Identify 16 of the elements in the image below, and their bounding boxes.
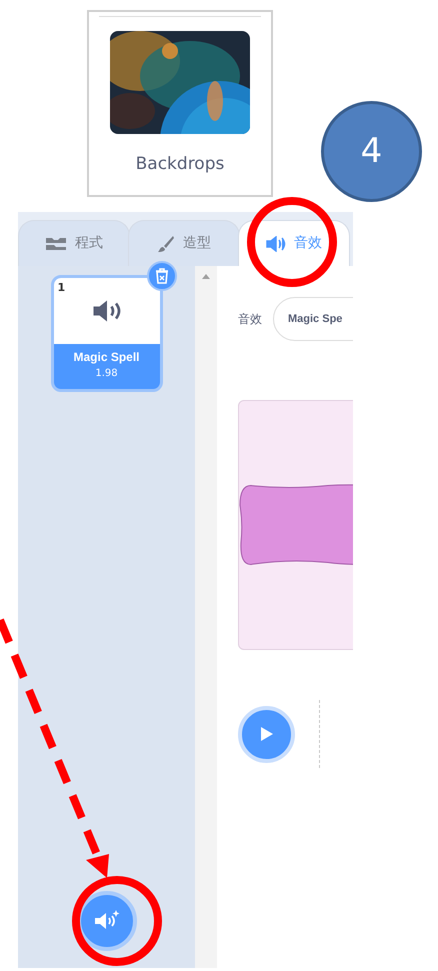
brush-icon [157, 234, 175, 252]
sound-tile[interactable]: 1 Magic Spell 1.98 [50, 275, 162, 392]
sound-name-field[interactable]: Magic Spe [273, 297, 353, 341]
scroll-up-icon[interactable] [202, 274, 210, 279]
play-icon [260, 726, 274, 742]
backdrops-label: Backdrops [136, 153, 224, 176]
sound-field-label: 音效 [238, 311, 262, 328]
backdrops-card[interactable]: Backdrops [87, 10, 273, 197]
trash-icon [154, 268, 168, 284]
sound-duration: 1.98 [94, 367, 119, 381]
step-badge: 4 [321, 101, 422, 202]
speaker-icon [92, 299, 122, 323]
blocks-icon [45, 236, 67, 250]
sound-name: Magic Spell [72, 349, 141, 366]
sound-index: 1 [58, 280, 66, 296]
speaker-icon [266, 236, 286, 252]
